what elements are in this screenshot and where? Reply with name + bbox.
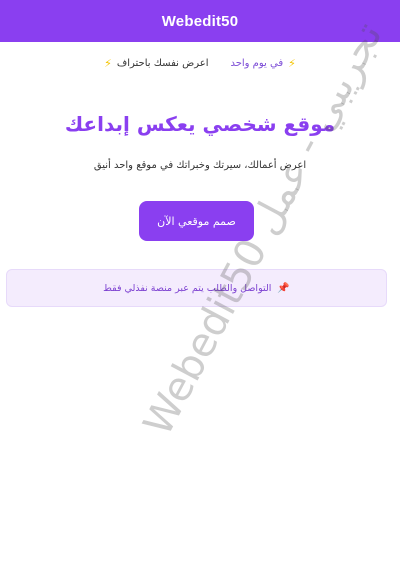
feature-one-day: ⚡ في يوم واحد [230,58,295,69]
feature-strip: ⚡ في يوم واحد اعرض نفسك باحتراف ⚡ [0,52,400,74]
hero-subtitle: اعرض أعمالك، سيرتك وخبراتك في موقع واحد … [93,160,307,171]
feature-label: في يوم واحد [230,57,284,69]
pushpin-icon: 📌 [277,282,290,294]
feature-label: اعرض نفسك باحتراف [116,57,209,69]
hero-title: موقع شخصي يعكس إبداعك [64,112,336,136]
notice-text: التواصل والطلب يتم عبر منصة نفذلي فقط [103,282,272,294]
contact-notice: 📌 التواصل والطلب يتم عبر منصة نفذلي فقط [6,269,387,307]
brand-logo-text[interactable]: Webedit50 [162,13,239,30]
design-my-site-button[interactable]: صمم موقعي الآن [139,201,254,241]
top-bar: Webedit50 [0,0,400,42]
feature-professional: اعرض نفسك باحتراف ⚡ [104,58,208,69]
lightning-icon: ⚡ [288,56,296,70]
page: Webedit50 ⚡ في يوم واحد اعرض نفسك باحترا… [0,0,400,566]
lightning-icon: ⚡ [104,56,112,70]
